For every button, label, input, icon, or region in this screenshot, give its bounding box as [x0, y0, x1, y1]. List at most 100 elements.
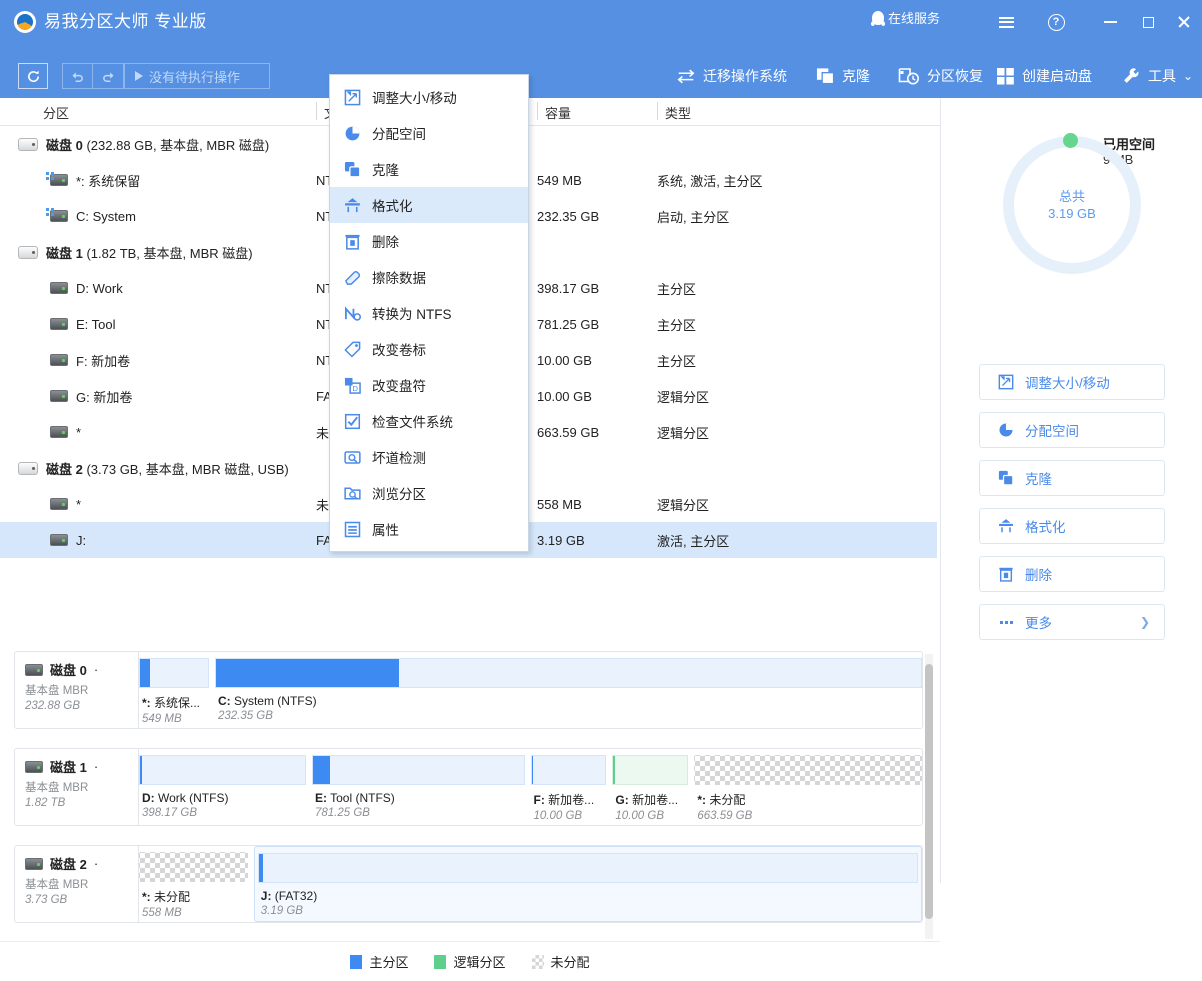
disk-icon	[18, 138, 38, 151]
column-header-type[interactable]: 类型	[665, 103, 691, 122]
toolbar-clone-label: 克隆	[842, 66, 870, 86]
partition-recovery-icon	[898, 67, 920, 85]
partition-bar	[694, 755, 922, 785]
disk-map-card[interactable]: 磁盘 2· 基本盘 MBR 3.73 GB *: 未分配 558 MB J: (…	[14, 845, 923, 923]
disk-map-scrollbar[interactable]	[925, 654, 933, 939]
cell-capacity: 232.35 GB	[537, 198, 599, 234]
context-menu-item-10[interactable]: 坏道检测	[330, 439, 528, 475]
format-icon	[998, 518, 1014, 534]
partition-name: G: 新加卷	[76, 387, 132, 406]
column-header-partition[interactable]: 分区	[43, 103, 69, 122]
tools-icon	[1122, 67, 1141, 85]
disk-map-card[interactable]: 磁盘 1· 基本盘 MBR 1.82 TB D: Work (NTFS) 398…	[14, 748, 923, 826]
disk-map-partition[interactable]: D: Work (NTFS) 398.17 GB	[139, 749, 306, 825]
context-menu-item-5[interactable]: 擦除数据	[330, 259, 528, 295]
toolbar-migrate-os-button[interactable]: 迁移操作系统	[676, 60, 787, 92]
partition-icon	[50, 318, 68, 330]
context-menu-item-11[interactable]: 浏览分区	[330, 475, 528, 511]
disk-map-partition[interactable]: *: 未分配 663.59 GB	[694, 749, 922, 825]
disk-map-partition[interactable]: F: 新加卷... 10.00 GB	[531, 749, 607, 825]
cell-type: 逻辑分区	[657, 486, 709, 522]
disk-map-capacity: 1.82 TB	[25, 797, 138, 809]
toolbar-clone-button[interactable]: 克隆	[816, 60, 870, 92]
column-header-capacity[interactable]: 容量	[545, 103, 571, 122]
bad-sector-scan-icon	[344, 449, 361, 466]
app-logo-icon	[14, 11, 36, 33]
partition-name: F: 新加卷	[76, 351, 130, 370]
disk-map-partition[interactable]: G: 新加卷... 10.00 GB	[612, 749, 688, 825]
context-menu-item-1[interactable]: 分配空间	[330, 115, 528, 151]
undo-icon	[70, 69, 85, 84]
action-button-5[interactable]: 更多❯	[979, 604, 1165, 640]
minimize-icon[interactable]	[1096, 8, 1124, 36]
legend: 主分区逻辑分区未分配	[0, 941, 940, 981]
toolbar-migrate-os-label: 迁移操作系统	[703, 66, 787, 86]
right-panel: 已用空间 9 MB 总共 3.19 GB 调整大小/移动 分配空间 克隆	[940, 98, 1202, 883]
pending-operations-button[interactable]: 没有待执行操作	[124, 63, 270, 89]
refresh-button[interactable]	[18, 63, 48, 89]
disk-map-partitions: *: 未分配 558 MB J: (FAT32) 3.19 GB	[139, 846, 922, 922]
context-menu-item-9[interactable]: 检查文件系统	[330, 403, 528, 439]
resize-move-icon	[998, 374, 1014, 390]
cell-partition: 磁盘 1 (1.82 TB, 基本盘, MBR 磁盘)	[18, 234, 253, 270]
action-button-3[interactable]: 格式化	[979, 508, 1165, 544]
partition-windows-icon	[50, 174, 68, 186]
partition-bar	[531, 755, 607, 785]
context-menu-item-8[interactable]: D改变盘符	[330, 367, 528, 403]
context-menu-item-2[interactable]: 克隆	[330, 151, 528, 187]
action-button-1[interactable]: 分配空间	[979, 412, 1165, 448]
disk-map-partition[interactable]: C: System (NTFS) 232.35 GB	[215, 652, 922, 728]
disk-map-partition[interactable]: *: 未分配 558 MB	[139, 846, 248, 922]
toolbar-tools-button[interactable]: 工具 ⌄	[1122, 60, 1193, 92]
partition-size: 558 MB	[139, 907, 248, 919]
close-icon[interactable]	[1170, 8, 1198, 36]
disk-map-name: 磁盘 0	[50, 660, 87, 679]
partition-bar	[139, 755, 306, 785]
bad-sector-scan-icon	[344, 449, 361, 466]
context-menu-item-0[interactable]: 调整大小/移动	[330, 79, 528, 115]
cell-partition: *	[50, 414, 81, 450]
more-icon	[1000, 621, 1013, 624]
context-menu-item-label: 检查文件系统	[372, 411, 453, 431]
disk-map-partition[interactable]: J: (FAT32) 3.19 GB	[254, 846, 922, 922]
action-button-2[interactable]: 克隆	[979, 460, 1165, 496]
partition-icon	[50, 498, 68, 510]
list-icon[interactable]	[992, 8, 1020, 36]
action-button-4[interactable]: 删除	[979, 556, 1165, 592]
scrollbar-thumb[interactable]	[925, 664, 933, 919]
partition-name: D: Work	[76, 281, 123, 296]
online-service-button[interactable]: 在线服务	[872, 8, 940, 27]
toolbar-partition-recovery-button[interactable]: 分区恢复	[898, 60, 983, 92]
cell-partition: *	[50, 486, 81, 522]
context-menu-item-3[interactable]: 格式化	[330, 187, 528, 223]
context-menu-item-label: 调整大小/移动	[372, 87, 457, 107]
context-menu-item-6[interactable]: 转换为 NTFS	[330, 295, 528, 331]
context-menu-item-label: 擦除数据	[372, 267, 426, 287]
action-button-0[interactable]: 调整大小/移动	[979, 364, 1165, 400]
undo-button[interactable]	[63, 64, 93, 88]
partition-icon	[50, 282, 68, 294]
disk-map-partition[interactable]: *: 系统保... 549 MB	[139, 652, 209, 728]
legend-swatch-primary	[350, 955, 362, 969]
partition-size: 232.35 GB	[215, 710, 922, 722]
maximize-icon[interactable]	[1134, 8, 1162, 36]
title-bar: 易我分区大师 专业版 在线服务 ?	[0, 0, 1202, 46]
context-menu-item-7[interactable]: 改变卷标	[330, 331, 528, 367]
context-menu-item-12[interactable]: 属性	[330, 511, 528, 547]
partition-label: *: 系统保...	[139, 694, 209, 711]
disk-map-name: 磁盘 2	[50, 854, 87, 873]
toolbar-create-boot-disk-button[interactable]: 创建启动盘	[996, 60, 1092, 92]
context-menu-item-label: 删除	[372, 231, 399, 251]
context-menu-item-4[interactable]: 删除	[330, 223, 528, 259]
partition-windows-icon	[50, 210, 68, 222]
disk-name: 磁盘 0	[46, 138, 83, 153]
disk-map-partition[interactable]: E: Tool (NTFS) 781.25 GB	[312, 749, 525, 825]
penguin-icon	[872, 11, 884, 25]
legend-swatch-unalloc	[532, 955, 544, 969]
context-menu: 调整大小/移动 分配空间 克隆 格式化 删除擦除数据 转换为 NTFS	[329, 74, 529, 552]
disk-map-kind: 基本盘 MBR	[25, 779, 138, 795]
help-icon[interactable]: ?	[1042, 8, 1070, 36]
delete-icon	[344, 233, 361, 250]
disk-map-card[interactable]: 磁盘 0· 基本盘 MBR 232.88 GB *: 系统保... 549 MB…	[14, 651, 923, 729]
redo-button[interactable]	[93, 64, 123, 88]
